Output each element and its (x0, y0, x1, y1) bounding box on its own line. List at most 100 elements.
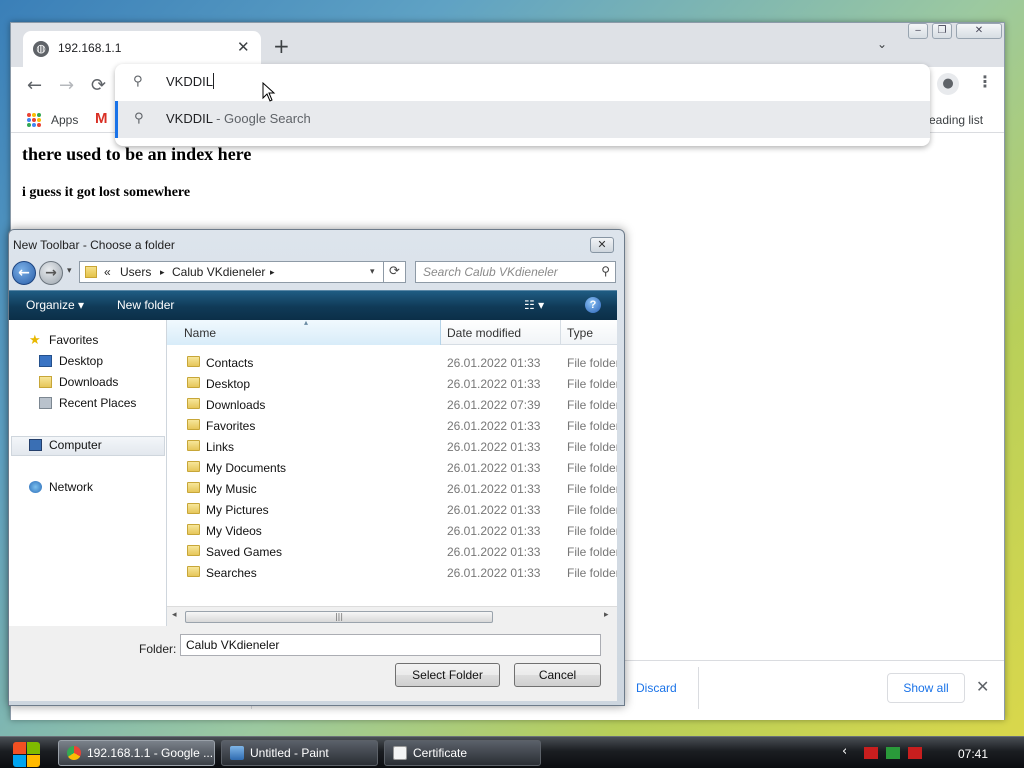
breadcrumb-user-folder[interactable]: Calub VKdieneler (172, 265, 265, 279)
table-row[interactable]: Downloads 26.01.2022 07:39 File folder (167, 394, 617, 415)
taskbar-button-paint[interactable]: Untitled - Paint (221, 740, 378, 766)
table-row[interactable]: My Pictures 26.01.2022 01:33 File folder (167, 499, 617, 520)
tab-close-icon[interactable]: ✕ (237, 38, 250, 56)
bookmark-apps[interactable]: Apps (51, 113, 78, 127)
forward-arrow-icon[interactable]: → (39, 261, 63, 285)
tray-warning-icon[interactable] (864, 747, 878, 759)
select-folder-button[interactable]: Select Folder (395, 663, 500, 687)
back-button[interactable]: ← (27, 75, 42, 96)
paint-icon (230, 746, 244, 760)
folder-icon (187, 503, 200, 514)
text-caret (213, 73, 214, 89)
folder-icon (187, 482, 200, 493)
table-row[interactable]: Searches 26.01.2022 01:33 File folder (167, 562, 617, 583)
folder-icon (187, 398, 200, 409)
recent-places-icon (39, 397, 52, 409)
dialog-close-button[interactable]: ✕ (590, 237, 614, 253)
table-row[interactable]: My Documents 26.01.2022 01:33 File folder (167, 457, 617, 478)
column-separator[interactable] (560, 320, 561, 345)
globe-icon: ◍ (33, 41, 49, 57)
nav-label: Recent Places (59, 396, 137, 410)
discard-button[interactable]: Discard (636, 681, 677, 695)
table-row[interactable]: My Music 26.01.2022 01:33 File folder (167, 478, 617, 499)
row-date: 26.01.2022 01:33 (447, 440, 541, 454)
search-input[interactable]: Search Calub VKdieneler ⚲ (415, 261, 616, 283)
row-name: Links (206, 440, 235, 454)
download-bar-close-icon[interactable]: ✕ (976, 677, 989, 696)
address-dropdown-icon[interactable]: ▾ (370, 266, 375, 277)
tab-search-button[interactable]: ⌄ (877, 37, 887, 51)
tray-volume-icon[interactable] (908, 747, 922, 759)
column-header-name[interactable]: Name ▴ (167, 320, 441, 345)
row-type: File folder (567, 524, 617, 538)
gmail-icon[interactable]: M (95, 110, 108, 127)
network-icon (29, 481, 42, 493)
show-all-button[interactable]: Show all (887, 673, 965, 703)
navigation-pane: ★ Favorites Desktop Downloads Recent Pla… (9, 320, 167, 626)
row-type: File folder (567, 440, 617, 454)
tray-expand-icon[interactable]: ‹ (842, 744, 847, 759)
scroll-left-icon[interactable]: ◂ (172, 610, 177, 620)
minimize-button[interactable]: ‒ (908, 23, 928, 39)
nav-label: Favorites (49, 333, 99, 347)
row-date: 26.01.2022 01:33 (447, 503, 541, 517)
person-icon[interactable]: ● (937, 73, 959, 95)
table-row[interactable]: Favorites 26.01.2022 01:33 File folder (167, 415, 617, 436)
tab-strip: ◍ 192.168.1.1 ✕ + ⌄ ‒ ❐ ✕ (11, 23, 1004, 67)
new-tab-button[interactable]: + (273, 34, 290, 58)
cancel-button[interactable]: Cancel (514, 663, 601, 687)
horizontal-scrollbar[interactable]: ◂ ||| ▸ (167, 606, 617, 626)
back-arrow-icon[interactable]: ← (12, 261, 36, 285)
browser-tab[interactable]: ◍ 192.168.1.1 ✕ (23, 31, 261, 67)
menu-icon[interactable]: ⋮ (977, 72, 993, 91)
omnibox-suggestion[interactable]: ⚲ VKDDIL - Google Search (115, 101, 930, 138)
help-icon[interactable]: ? (585, 297, 601, 313)
new-folder-button[interactable]: New folder (117, 298, 174, 312)
recent-locations-chevron-icon[interactable]: ▾ (67, 266, 72, 276)
breadcrumb-separator[interactable]: ▸ (160, 267, 165, 278)
column-header-date[interactable]: Date modified (447, 326, 521, 340)
table-row[interactable]: My Videos 26.01.2022 01:33 File folder (167, 520, 617, 541)
row-type: File folder (567, 503, 617, 517)
row-name: Desktop (206, 377, 251, 391)
search-icon: ⚲ (601, 264, 610, 278)
taskbar: 192.168.1.1 - Google ... Untitled - Pain… (0, 736, 1024, 768)
table-row[interactable]: Contacts 26.01.2022 01:33 File folder (167, 352, 617, 373)
organize-button[interactable]: Organize ▾ (26, 298, 84, 312)
table-row[interactable]: Links 26.01.2022 01:33 File folder (167, 436, 617, 457)
address-bar[interactable]: « Users ▸ Calub VKdieneler ▸ ▾ (79, 261, 384, 283)
suggestion-text: VKDDIL - Google Search (166, 111, 311, 126)
column-header-type[interactable]: Type (567, 326, 593, 340)
apps-grid-icon[interactable] (27, 113, 41, 127)
table-row[interactable]: Saved Games 26.01.2022 01:33 File folder (167, 541, 617, 562)
download-separator (698, 667, 699, 709)
table-row[interactable]: Desktop 26.01.2022 01:33 File folder (167, 373, 617, 394)
refresh-icon[interactable]: ⟳ (384, 261, 406, 283)
row-type: File folder (567, 356, 617, 370)
clock[interactable]: 07:41 (958, 747, 988, 761)
taskbar-label: Untitled - Paint (250, 746, 329, 760)
omnibox-input[interactable]: VKDDIL (166, 74, 213, 89)
breadcrumb-separator[interactable]: ▸ (270, 267, 275, 278)
row-date: 26.01.2022 01:33 (447, 524, 541, 538)
forward-button[interactable]: → (59, 75, 74, 96)
taskbar-button-certificate[interactable]: Certificate (384, 740, 541, 766)
search-icon: ⚲ (134, 111, 144, 126)
views-button[interactable]: ☷ ▾ (524, 298, 544, 312)
row-name: My Pictures (206, 503, 269, 517)
dialog-footer: Folder: Calub VKdieneler Select Folder C… (9, 626, 617, 701)
scroll-right-icon[interactable]: ▸ (604, 610, 609, 620)
maximize-button[interactable]: ❐ (932, 23, 952, 39)
scrollbar-thumb[interactable]: ||| (185, 611, 493, 623)
tray-network-icon[interactable] (886, 747, 900, 759)
windows-start-icon[interactable] (10, 740, 42, 768)
row-type: File folder (567, 461, 617, 475)
folder-field[interactable]: Calub VKdieneler (180, 634, 601, 656)
chrome-icon (67, 746, 81, 760)
reload-button[interactable]: ⟳ (91, 75, 106, 96)
certificate-icon (393, 746, 407, 760)
window-close-button[interactable]: ✕ (956, 23, 1002, 39)
breadcrumb-users[interactable]: Users (120, 265, 151, 279)
reading-list-button[interactable]: eading list (929, 113, 983, 127)
taskbar-button-chrome[interactable]: 192.168.1.1 - Google ... (58, 740, 215, 766)
